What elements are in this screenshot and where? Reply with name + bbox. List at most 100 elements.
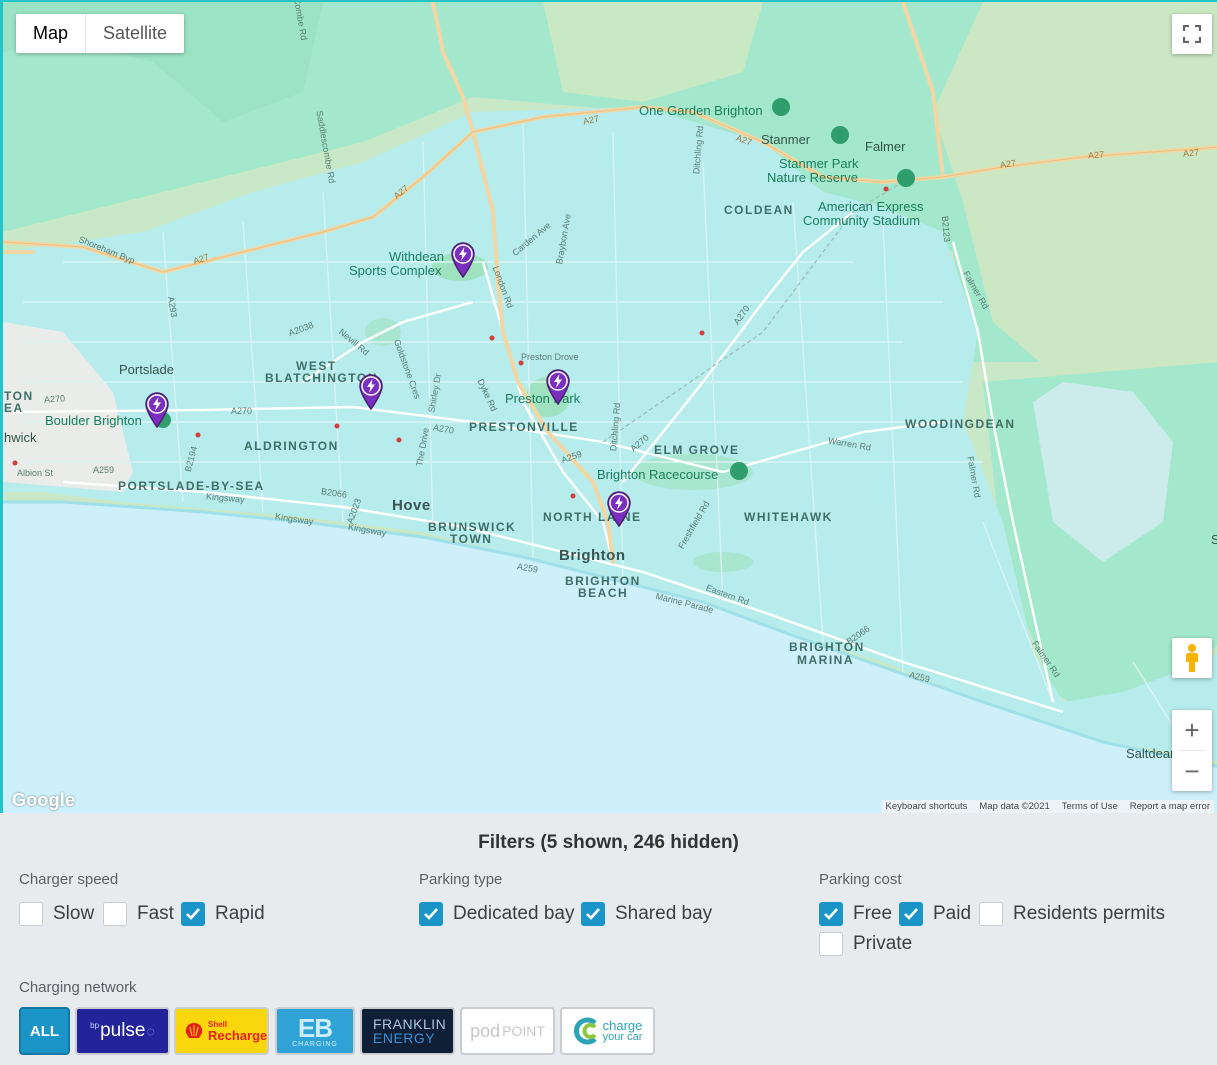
charger-speed-title: Charger speed — [19, 871, 119, 888]
checkbox-label: Dedicated bay — [453, 903, 575, 924]
label-aldrington: ALDRINGTON — [244, 439, 339, 453]
checkbox-box[interactable] — [181, 902, 205, 926]
checkbox-private[interactable]: Private — [819, 932, 912, 956]
checkbox-fast[interactable]: Fast — [103, 902, 174, 926]
label-whitehawk: WHITEHAWK — [744, 510, 833, 524]
charger-marker-preston-park[interactable] — [545, 369, 571, 405]
checkbox-free[interactable]: Free — [819, 902, 892, 926]
map-type-satellite-tab[interactable]: Satellite — [86, 14, 184, 53]
checkbox-shared-bay[interactable]: Shared bay — [581, 902, 712, 926]
network-bp-label: pulse — [100, 1020, 146, 1041]
charge-your-car-logo-icon — [573, 1017, 597, 1045]
label-one-garden: One Garden Brighton — [639, 103, 763, 118]
label-s-edge: S — [1211, 532, 1217, 547]
checkbox-box[interactable] — [899, 902, 923, 926]
network-pod-prefix: pod — [470, 1020, 501, 1041]
checkbox-slow[interactable]: Slow — [19, 902, 94, 926]
zoom-control: + − — [1172, 710, 1212, 791]
map-base-layer — [3, 2, 1217, 813]
label-boulder: Boulder Brighton — [45, 413, 142, 428]
checkbox-label: Rapid — [215, 903, 265, 924]
label-elm-grove: ELM GROVE — [654, 443, 740, 457]
check-icon — [186, 908, 200, 920]
network-franklin-button[interactable]: FRANKLIN ENERGY — [360, 1007, 455, 1055]
label-brighton: Brighton — [559, 547, 626, 564]
keyboard-shortcuts-link[interactable]: Keyboard shortcuts — [886, 801, 968, 812]
label-stanmer: Stanmer — [761, 132, 811, 147]
road-label-a27: A27 — [1087, 149, 1105, 161]
network-charge-your-car-button[interactable]: charge your car — [560, 1007, 655, 1055]
label-woodingdean: WOODINGDEAN — [905, 417, 1016, 431]
check-icon — [424, 908, 438, 920]
charger-marker-withdean[interactable] — [450, 242, 476, 278]
checkbox-paid[interactable]: Paid — [899, 902, 971, 926]
terms-of-use-link[interactable]: Terms of Use — [1062, 801, 1118, 812]
charger-marker-north-laine[interactable] — [606, 491, 632, 527]
checkbox-label: Slow — [53, 903, 95, 924]
checkbox-dedicated-bay[interactable]: Dedicated bay — [419, 902, 574, 926]
checkbox-box[interactable] — [419, 902, 443, 926]
google-logo: Google — [12, 790, 76, 810]
fullscreen-icon — [1183, 25, 1201, 43]
label-withdean-1: Withdean — [389, 249, 444, 264]
street-view-button[interactable] — [1172, 638, 1212, 678]
checkbox-rapid[interactable]: Rapid — [181, 902, 265, 926]
zoom-in-button[interactable]: + — [1172, 710, 1212, 750]
network-franklin-sub: ENERGY — [373, 1030, 436, 1046]
label-falmer: Falmer — [865, 139, 906, 154]
charger-marker-boulder-brighton[interactable] — [144, 392, 170, 428]
label-marina-2: MARINA — [797, 653, 854, 667]
label-saltdean: Saltdean — [1126, 746, 1178, 761]
shell-pecten-icon — [185, 1023, 203, 1038]
checkbox-label: Residents permits — [1013, 903, 1166, 924]
charger-marker-west-blatchington[interactable] — [358, 374, 384, 410]
label-amex-2: Community Stadium — [803, 213, 921, 228]
road-label-b2123: B2123 — [939, 215, 953, 243]
checkbox-residents-permits[interactable]: Residents permits — [979, 902, 1165, 926]
network-bp-pulse-button[interactable]: bp pulse ◌ — [75, 1007, 170, 1055]
network-all-button[interactable]: ALL — [19, 1007, 70, 1055]
label-ea: EA — [4, 401, 24, 415]
check-icon — [586, 908, 600, 920]
label-withdean-2: Sports Complex — [349, 263, 442, 278]
street-view-pegman-icon — [1186, 644, 1198, 672]
checkbox-label: Private — [853, 933, 913, 954]
map-type-control: Map Satellite — [16, 14, 185, 53]
label-racecourse: Brighton Racecourse — [597, 467, 719, 482]
road-label-a259: A259 — [93, 465, 115, 475]
checkbox-box[interactable] — [819, 902, 843, 926]
network-all-label: ALL — [29, 1022, 60, 1040]
road-label-a27: A27 — [1182, 147, 1200, 159]
checkbox-box[interactable] — [819, 932, 843, 956]
label-prestonville: PRESTONVILLE — [469, 420, 579, 434]
map-canvas[interactable]: One Garden Brighton Stanmer Falmer Stanm… — [0, 0, 1217, 813]
network-shell-button[interactable]: Shell Recharge — [174, 1007, 269, 1055]
network-shell-label: Recharge — [208, 1027, 268, 1043]
checkbox-box[interactable] — [979, 902, 1003, 926]
checkbox-label: Fast — [137, 903, 174, 924]
checkbox-box[interactable] — [103, 902, 127, 926]
road-label-a270: A270 — [43, 393, 66, 405]
network-franklin-label: FRANKLIN — [373, 1016, 447, 1032]
map-type-map-tab[interactable]: Map — [16, 14, 87, 53]
network-eb-button[interactable]: EB CHARGING — [275, 1007, 355, 1055]
checkbox-box[interactable] — [19, 902, 43, 926]
network-pod-point-button[interactable]: pod POINT — [460, 1007, 555, 1055]
checkbox-label: Shared bay — [615, 903, 713, 924]
network-bp-prefix: bp — [90, 1021, 100, 1030]
checkbox-box[interactable] — [581, 902, 605, 926]
label-nature-reserve: Nature Reserve — [767, 170, 859, 185]
zoom-out-button[interactable]: − — [1172, 751, 1212, 791]
fullscreen-button[interactable] — [1172, 14, 1212, 54]
filters-title: Filters (5 shown, 246 hidden) — [478, 832, 739, 853]
check-icon — [824, 908, 838, 920]
report-map-error-link[interactable]: Report a map error — [1130, 801, 1210, 812]
network-eb-prefix: EB — [297, 1012, 333, 1043]
pulse-swirl-icon: ◌ — [146, 1023, 155, 1039]
label-stanmer-park: Stanmer Park — [779, 156, 859, 171]
parking-type-title: Parking type — [419, 871, 503, 888]
check-icon — [904, 908, 918, 920]
charging-network-title: Charging network — [19, 979, 137, 996]
label-hwick: hwick — [4, 430, 37, 445]
shell-logo: Shell Recharge — [184, 1020, 268, 1043]
